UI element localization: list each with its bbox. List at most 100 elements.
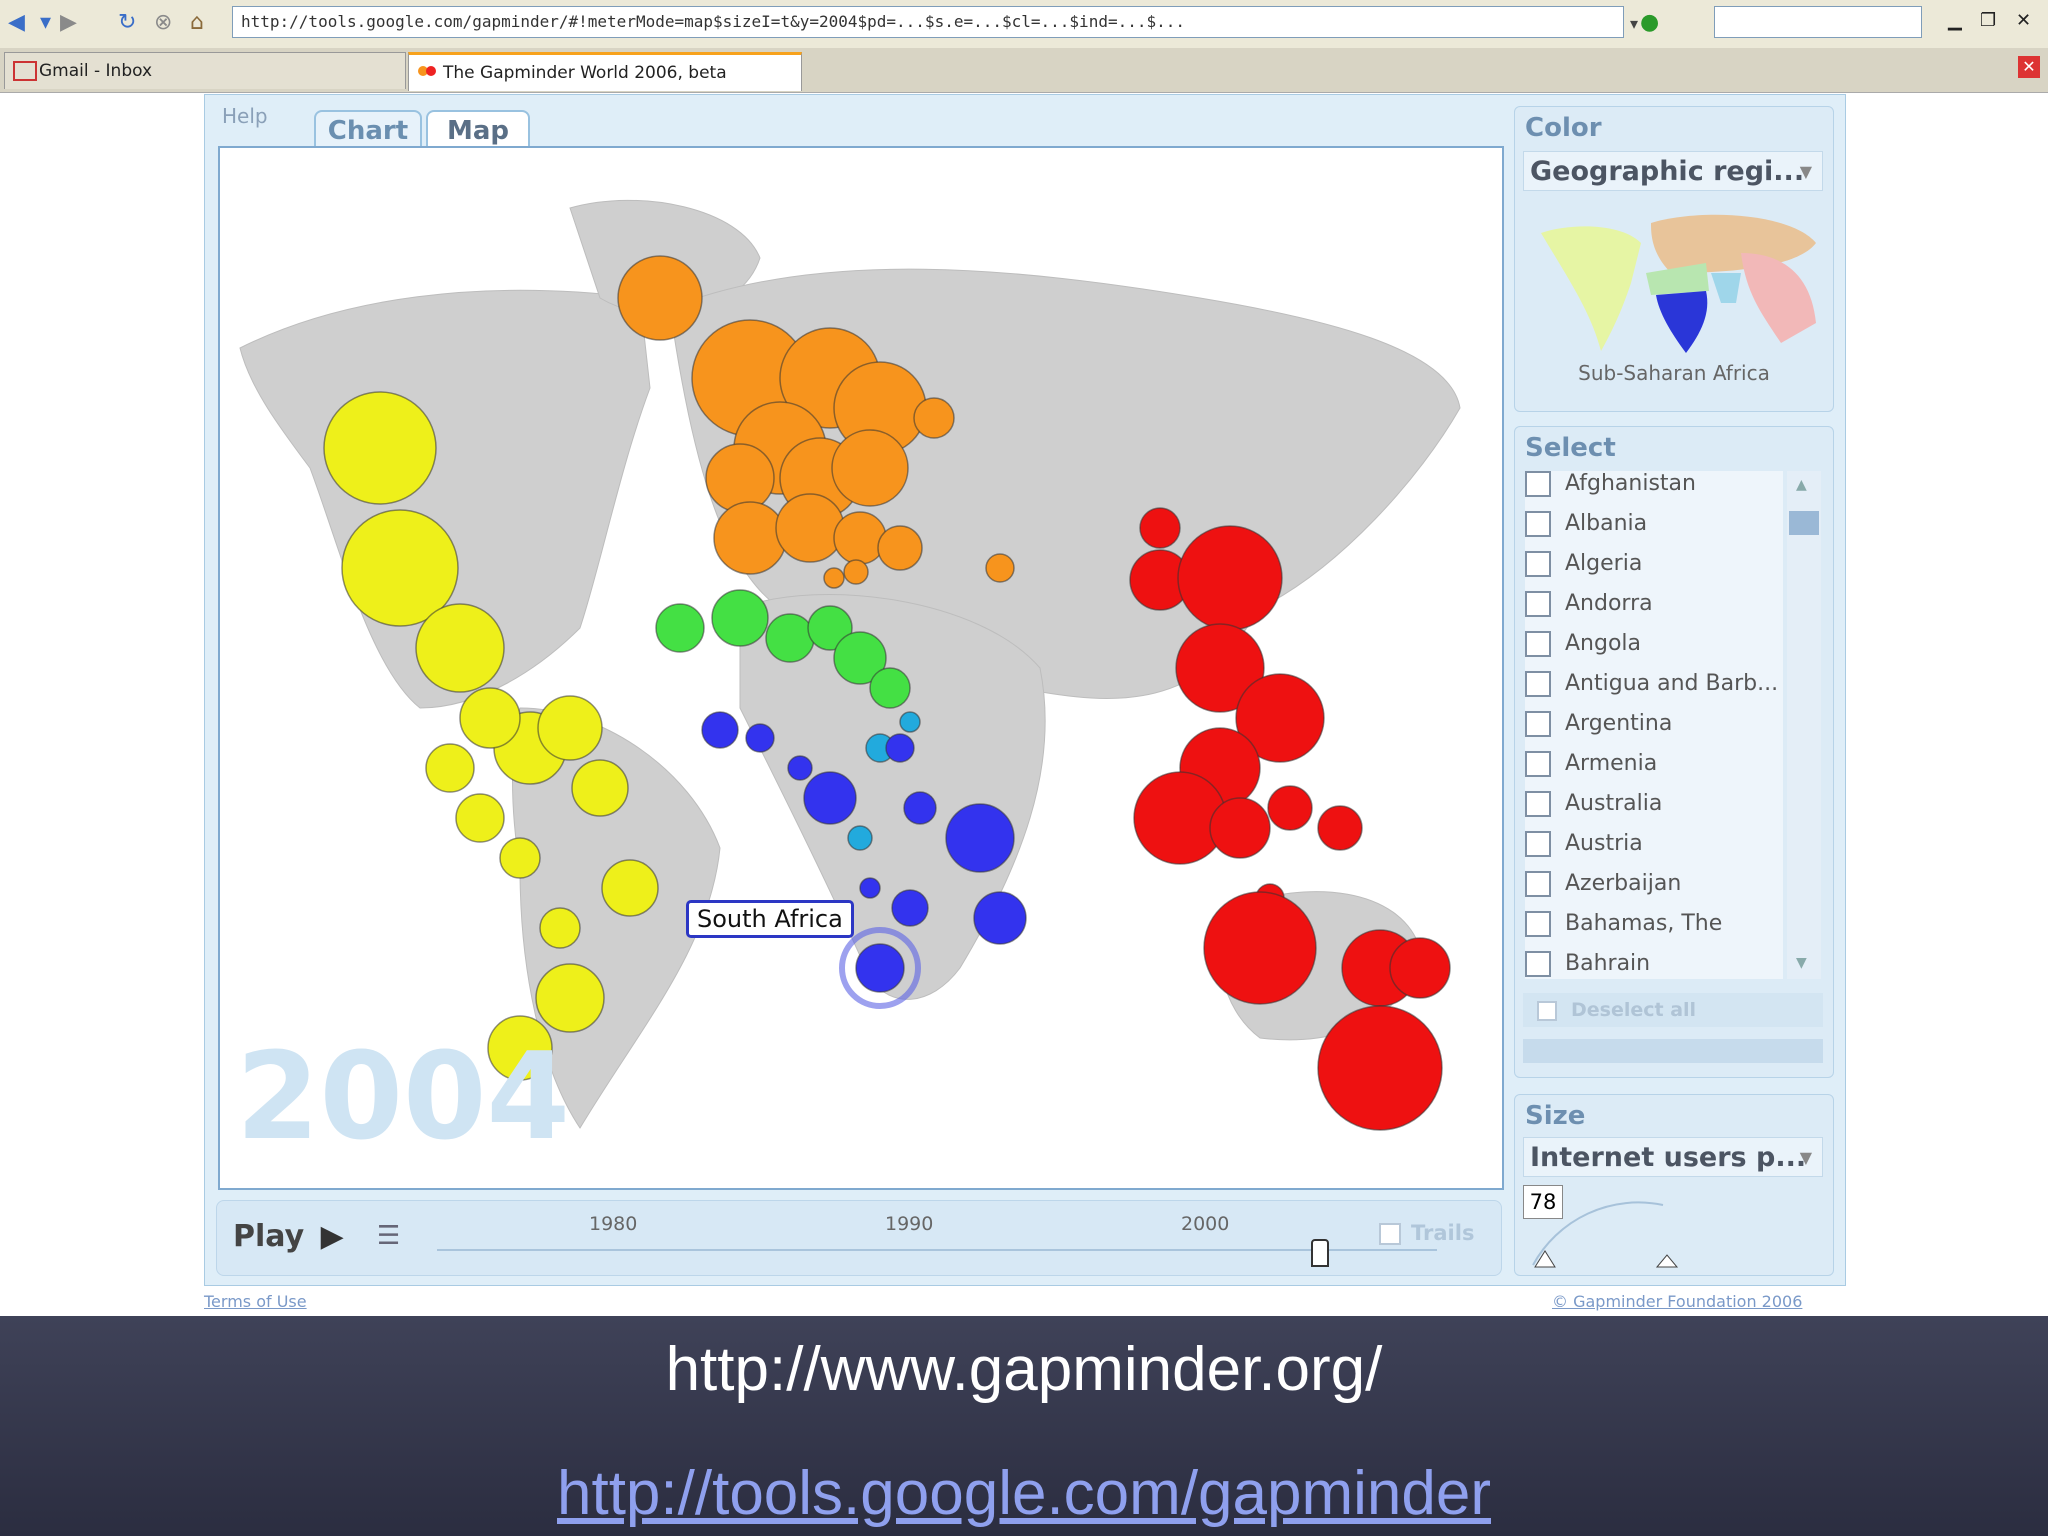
list-scrollbar[interactable]: ▲ ▼ — [1787, 471, 1821, 979]
go-icon[interactable]: ● — [1640, 10, 1659, 35]
legend-east-asia — [1741, 253, 1816, 343]
country-checkbox[interactable] — [1525, 951, 1551, 977]
country-checkbox[interactable] — [1525, 791, 1551, 817]
search-input[interactable] — [1714, 6, 1922, 38]
size-min-handle — [1534, 1250, 1556, 1268]
bubble-europe-10 — [833, 511, 887, 565]
play-icon: ▶ — [320, 1219, 344, 1254]
bubble-central-am-5 — [425, 743, 475, 793]
bubble-new-zealand — [1317, 1005, 1443, 1131]
country-checkbox[interactable] — [1525, 511, 1551, 537]
legend-mena — [1646, 263, 1709, 295]
forward-icon[interactable]: ▶ — [60, 10, 77, 35]
list-item[interactable]: Algeria — [1525, 551, 1783, 591]
country-checkbox[interactable] — [1525, 631, 1551, 657]
world-map[interactable]: 2004 — [218, 146, 1504, 1190]
country-checkbox[interactable] — [1525, 591, 1551, 617]
bubble-east-asia-9 — [1317, 805, 1363, 851]
country-checkbox[interactable] — [1525, 711, 1551, 737]
tab-chart[interactable]: Chart — [314, 110, 422, 150]
color-dropdown[interactable]: Geographic regi... ▼ — [1523, 151, 1823, 191]
terms-of-use-link[interactable]: Terms of Use — [204, 1292, 307, 1311]
url-dropdown-icon[interactable]: ▾ — [1630, 14, 1638, 33]
size-panel-title: Size — [1525, 1101, 1586, 1131]
list-item[interactable]: Australia — [1525, 791, 1783, 831]
browser-tab-gmail[interactable]: Gmail - Inbox — [4, 52, 406, 89]
country-checkbox[interactable] — [1525, 471, 1551, 497]
google-gapminder-link[interactable]: http://tools.google.com/gapminder — [0, 1458, 2048, 1529]
list-item[interactable]: Angola — [1525, 631, 1783, 671]
legend-sub-saharan — [1656, 291, 1708, 353]
list-item[interactable]: Austria — [1525, 831, 1783, 871]
select-panel-footer-bar — [1523, 1039, 1823, 1063]
minimize-icon[interactable]: ▁ — [1948, 10, 1962, 31]
size-slider[interactable] — [1523, 1185, 1723, 1271]
country-checkbox[interactable] — [1525, 911, 1551, 937]
bubble-mena-2 — [711, 589, 769, 647]
stop-icon[interactable]: ⊗ — [154, 10, 172, 35]
bubble-argentina — [535, 963, 605, 1033]
bubble-europe-7 — [831, 429, 909, 507]
timeline-handle[interactable] — [1311, 1239, 1329, 1267]
list-item[interactable]: Argentina — [1525, 711, 1783, 751]
browser-tab-gapminder[interactable]: The Gapminder World 2006, beta — [408, 52, 802, 91]
country-checkbox[interactable] — [1525, 671, 1551, 697]
deselect-checkbox[interactable] — [1537, 1000, 1557, 1021]
country-checkbox[interactable] — [1525, 871, 1551, 897]
bubble-europe-5 — [705, 443, 775, 513]
back-icon[interactable]: ◀ — [8, 10, 25, 35]
timeline-settings-icon[interactable]: ☰ — [377, 1221, 400, 1251]
copyright-link[interactable]: © Gapminder Foundation 2006 — [1552, 1292, 1802, 1311]
bubble-europe-8 — [713, 501, 787, 575]
country-list: Afghanistan Albania Algeria Andorra Ango… — [1525, 471, 1783, 979]
trails-toggle[interactable]: Trails — [1379, 1221, 1474, 1245]
close-tab-icon[interactable]: ✕ — [2018, 56, 2040, 78]
bubble-africa-1 — [701, 711, 739, 749]
gapminder-org-link[interactable]: http://www.gapminder.org/ — [0, 1334, 2048, 1405]
list-item[interactable]: Bahrain — [1525, 951, 1783, 979]
bubble-east-asia-2 — [1177, 525, 1283, 631]
restore-icon[interactable]: ❐ — [1980, 10, 1996, 31]
list-item[interactable]: Armenia — [1525, 751, 1783, 791]
legend-europe-asia — [1651, 214, 1816, 273]
trails-checkbox[interactable] — [1379, 1223, 1401, 1245]
list-item[interactable]: Andorra — [1525, 591, 1783, 631]
country-checkbox[interactable] — [1525, 751, 1551, 777]
region-legend-map[interactable] — [1531, 203, 1821, 353]
bubble-central-am-4 — [571, 759, 629, 817]
reload-icon[interactable]: ↻ — [118, 10, 136, 35]
deselect-all-button[interactable]: Deselect all — [1523, 993, 1823, 1027]
list-item[interactable]: Albania — [1525, 511, 1783, 551]
bubble-siberia — [913, 397, 955, 439]
legend-south-asia — [1711, 273, 1741, 303]
bubble-canada — [323, 391, 437, 505]
timeline-track[interactable] — [437, 1249, 1437, 1251]
address-bar[interactable]: http://tools.google.com/gapminder/#!mete… — [232, 6, 1624, 38]
list-item[interactable]: Azerbaijan — [1525, 871, 1783, 911]
home-icon[interactable]: ⌂ — [190, 10, 204, 35]
size-dropdown[interactable]: Internet users p... ▼ — [1523, 1137, 1823, 1177]
list-item[interactable]: Afghanistan — [1525, 471, 1783, 511]
list-item[interactable]: Antigua and Barb... — [1525, 671, 1783, 711]
bubble-brazil — [601, 859, 659, 917]
year-watermark: 2004 — [236, 1028, 570, 1167]
close-icon[interactable]: ✕ — [2016, 10, 2031, 31]
bubble-central-am-2 — [459, 687, 521, 749]
bubble-mena-3 — [765, 613, 815, 663]
size-panel: Size Internet users p... ▼ 78 — [1514, 1094, 1834, 1276]
help-link[interactable]: Help — [222, 104, 268, 128]
scroll-up-icon[interactable]: ▲ — [1796, 477, 1807, 493]
select-panel: Select Afghanistan Albania Algeria Andor… — [1514, 426, 1834, 1078]
bubble-mena-1 — [655, 603, 705, 653]
bubble-africa-2 — [745, 723, 775, 753]
scroll-thumb[interactable] — [1789, 511, 1819, 535]
list-item[interactable]: Bahamas, The — [1525, 911, 1783, 951]
bubble-africa-7 — [945, 803, 1015, 873]
bubble-peru — [539, 907, 581, 949]
dropdown-icon[interactable]: ▾ — [40, 10, 51, 35]
country-checkbox[interactable] — [1525, 551, 1551, 577]
play-button[interactable]: Play ▶ — [233, 1219, 344, 1254]
tab-map[interactable]: Map — [426, 110, 530, 150]
scroll-down-icon[interactable]: ▼ — [1796, 955, 1807, 971]
country-checkbox[interactable] — [1525, 831, 1551, 857]
